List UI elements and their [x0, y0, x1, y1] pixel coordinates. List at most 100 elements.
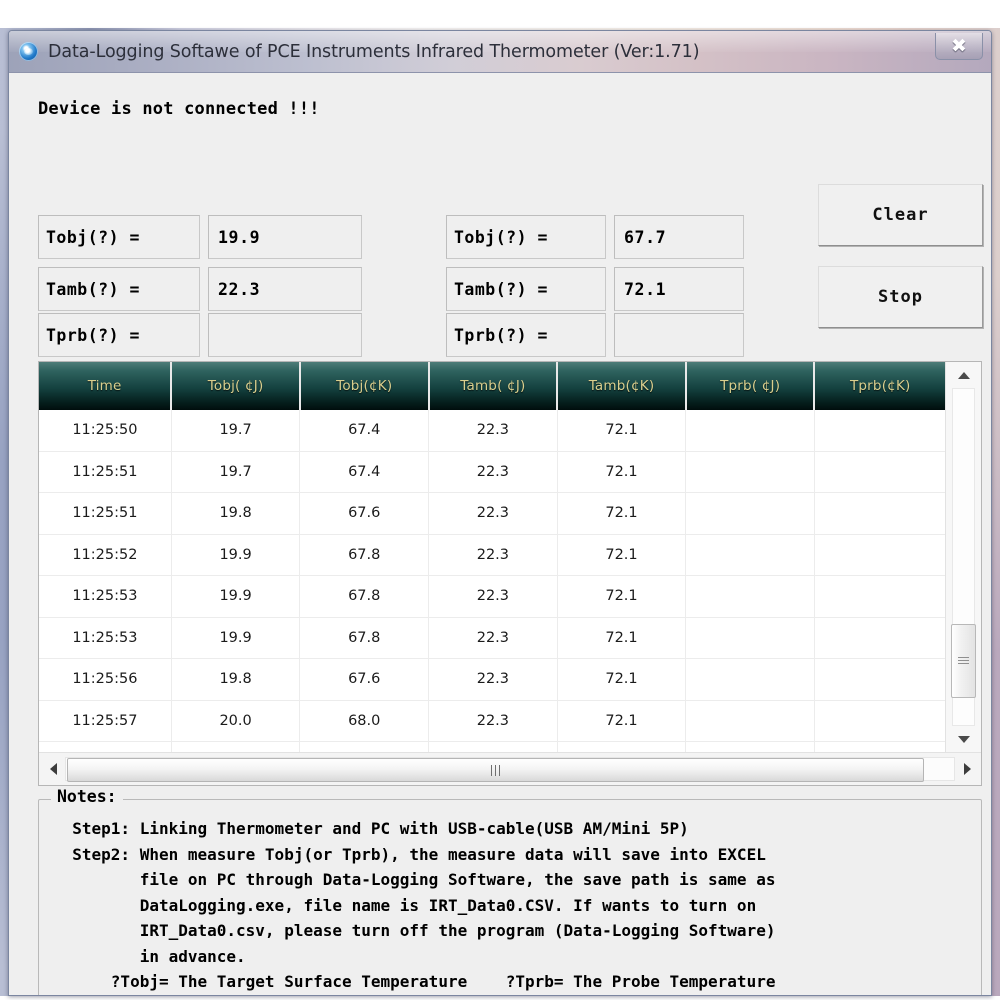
- table-cell[interactable]: [814, 410, 945, 451]
- table-cell[interactable]: 11:25:51: [39, 451, 171, 493]
- column-header-tobj-c[interactable]: Tobj( ¢J): [171, 362, 300, 410]
- column-header-tobj-k[interactable]: Tobj(¢K): [300, 362, 429, 410]
- close-button[interactable]: ✖: [935, 33, 983, 60]
- table-cell[interactable]: 22.3: [429, 659, 558, 701]
- vertical-scroll-thumb[interactable]: [951, 624, 976, 698]
- table-cell[interactable]: 67.4: [300, 410, 429, 451]
- table-cell[interactable]: 20.0: [171, 700, 300, 742]
- table-cell[interactable]: 19.9: [171, 742, 300, 753]
- table-cell[interactable]: 11:25:53: [39, 576, 171, 618]
- table-cell[interactable]: 11:25:52: [39, 534, 171, 576]
- tamb-c-value[interactable]: 22.3: [208, 267, 362, 311]
- table-cell[interactable]: 22.3: [429, 617, 558, 659]
- table-row[interactable]: 11:25:5819.967.722.372.1: [39, 742, 945, 753]
- column-header-tprb-k[interactable]: Tprb(¢K): [814, 362, 945, 410]
- column-header-tprb-c[interactable]: Tprb( ¢J): [686, 362, 815, 410]
- table-cell[interactable]: 22.3: [429, 742, 558, 753]
- table-cell[interactable]: [686, 742, 815, 753]
- table-cell[interactable]: [814, 659, 945, 701]
- table-cell[interactable]: [686, 410, 815, 451]
- tobj-f-value[interactable]: 67.7: [614, 215, 744, 259]
- table-cell[interactable]: 11:25:58: [39, 742, 171, 753]
- scroll-up-arrow-icon[interactable]: [951, 364, 976, 386]
- table-cell[interactable]: 72.1: [557, 451, 686, 493]
- horizontal-scrollbar[interactable]: [39, 752, 981, 785]
- tamb-f-value[interactable]: 72.1: [614, 267, 744, 311]
- scroll-left-arrow-icon[interactable]: [42, 758, 64, 780]
- table-row[interactable]: 11:25:5319.967.822.372.1: [39, 576, 945, 618]
- table-cell[interactable]: 19.9: [171, 534, 300, 576]
- table-cell[interactable]: 19.7: [171, 451, 300, 493]
- table-cell[interactable]: [686, 617, 815, 659]
- table-row[interactable]: 11:25:5219.967.822.372.1: [39, 534, 945, 576]
- table-cell[interactable]: 22.3: [429, 410, 558, 451]
- table-cell[interactable]: [814, 617, 945, 659]
- table-cell[interactable]: [814, 742, 945, 753]
- table-cell[interactable]: 72.1: [557, 617, 686, 659]
- table-cell[interactable]: 72.1: [557, 576, 686, 618]
- table-cell[interactable]: 72.1: [557, 410, 686, 451]
- table-cell[interactable]: 67.8: [300, 576, 429, 618]
- table-cell[interactable]: [814, 451, 945, 493]
- table-cell[interactable]: [686, 700, 815, 742]
- globe-icon: [19, 42, 38, 61]
- column-header-tamb-c[interactable]: Tamb( ¢J): [429, 362, 558, 410]
- table-cell[interactable]: 22.3: [429, 700, 558, 742]
- table-cell[interactable]: 19.9: [171, 576, 300, 618]
- table-cell[interactable]: 11:25:57: [39, 700, 171, 742]
- table-cell[interactable]: 72.1: [557, 742, 686, 753]
- table-cell[interactable]: [814, 534, 945, 576]
- scroll-right-arrow-icon[interactable]: [956, 758, 978, 780]
- table-cell[interactable]: 67.6: [300, 659, 429, 701]
- table-cell[interactable]: 11:25:56: [39, 659, 171, 701]
- table-cell[interactable]: [686, 576, 815, 618]
- table-cell[interactable]: [686, 451, 815, 493]
- table-cell[interactable]: 67.6: [300, 493, 429, 535]
- table-cell[interactable]: [686, 534, 815, 576]
- title-bar[interactable]: Data-Logging Softawe of PCE Instruments …: [9, 31, 991, 73]
- tobj-c-label: Tobj(?) =: [38, 215, 200, 259]
- table-cell[interactable]: 11:25:53: [39, 617, 171, 659]
- table-cell[interactable]: 22.3: [429, 493, 558, 535]
- tprb-f-value[interactable]: [614, 313, 744, 357]
- table-cell[interactable]: 11:25:50: [39, 410, 171, 451]
- table-cell[interactable]: 67.8: [300, 617, 429, 659]
- table-cell[interactable]: 19.8: [171, 659, 300, 701]
- table-cell[interactable]: 22.3: [429, 451, 558, 493]
- tobj-c-value[interactable]: 19.9: [208, 215, 362, 259]
- tamb-c-label: Tamb(?) =: [38, 267, 200, 311]
- clear-button[interactable]: Clear: [818, 184, 983, 246]
- table-cell[interactable]: [814, 576, 945, 618]
- table-row[interactable]: 11:25:5619.867.622.372.1: [39, 659, 945, 701]
- table-cell[interactable]: 67.8: [300, 534, 429, 576]
- column-header-tamb-k[interactable]: Tamb(¢K): [557, 362, 686, 410]
- table-cell[interactable]: 72.1: [557, 659, 686, 701]
- table-cell[interactable]: 19.8: [171, 493, 300, 535]
- column-header-time[interactable]: Time: [39, 362, 171, 410]
- table-cell[interactable]: 72.1: [557, 700, 686, 742]
- horizontal-scroll-thumb[interactable]: [67, 758, 924, 782]
- table-cell[interactable]: [686, 659, 815, 701]
- table-cell[interactable]: [814, 493, 945, 535]
- table-cell[interactable]: [686, 493, 815, 535]
- table-cell[interactable]: 68.0: [300, 700, 429, 742]
- table-row[interactable]: 11:25:5720.068.022.372.1: [39, 700, 945, 742]
- table-row[interactable]: 11:25:5119.867.622.372.1: [39, 493, 945, 535]
- table-cell[interactable]: 67.7: [300, 742, 429, 753]
- table-cell[interactable]: [814, 700, 945, 742]
- table-row[interactable]: 11:25:5119.767.422.372.1: [39, 451, 945, 493]
- table-cell[interactable]: 67.4: [300, 451, 429, 493]
- table-row[interactable]: 11:25:5319.967.822.372.1: [39, 617, 945, 659]
- vertical-scrollbar[interactable]: [945, 362, 981, 752]
- table-row[interactable]: 11:25:5019.767.422.372.1: [39, 410, 945, 451]
- table-cell[interactable]: 72.1: [557, 534, 686, 576]
- scroll-down-arrow-icon[interactable]: [951, 728, 976, 750]
- stop-button[interactable]: Stop: [818, 266, 983, 328]
- table-cell[interactable]: 11:25:51: [39, 493, 171, 535]
- table-cell[interactable]: 19.7: [171, 410, 300, 451]
- table-cell[interactable]: 22.3: [429, 534, 558, 576]
- tprb-c-value[interactable]: [208, 313, 362, 357]
- table-cell[interactable]: 72.1: [557, 493, 686, 535]
- table-cell[interactable]: 19.9: [171, 617, 300, 659]
- table-cell[interactable]: 22.3: [429, 576, 558, 618]
